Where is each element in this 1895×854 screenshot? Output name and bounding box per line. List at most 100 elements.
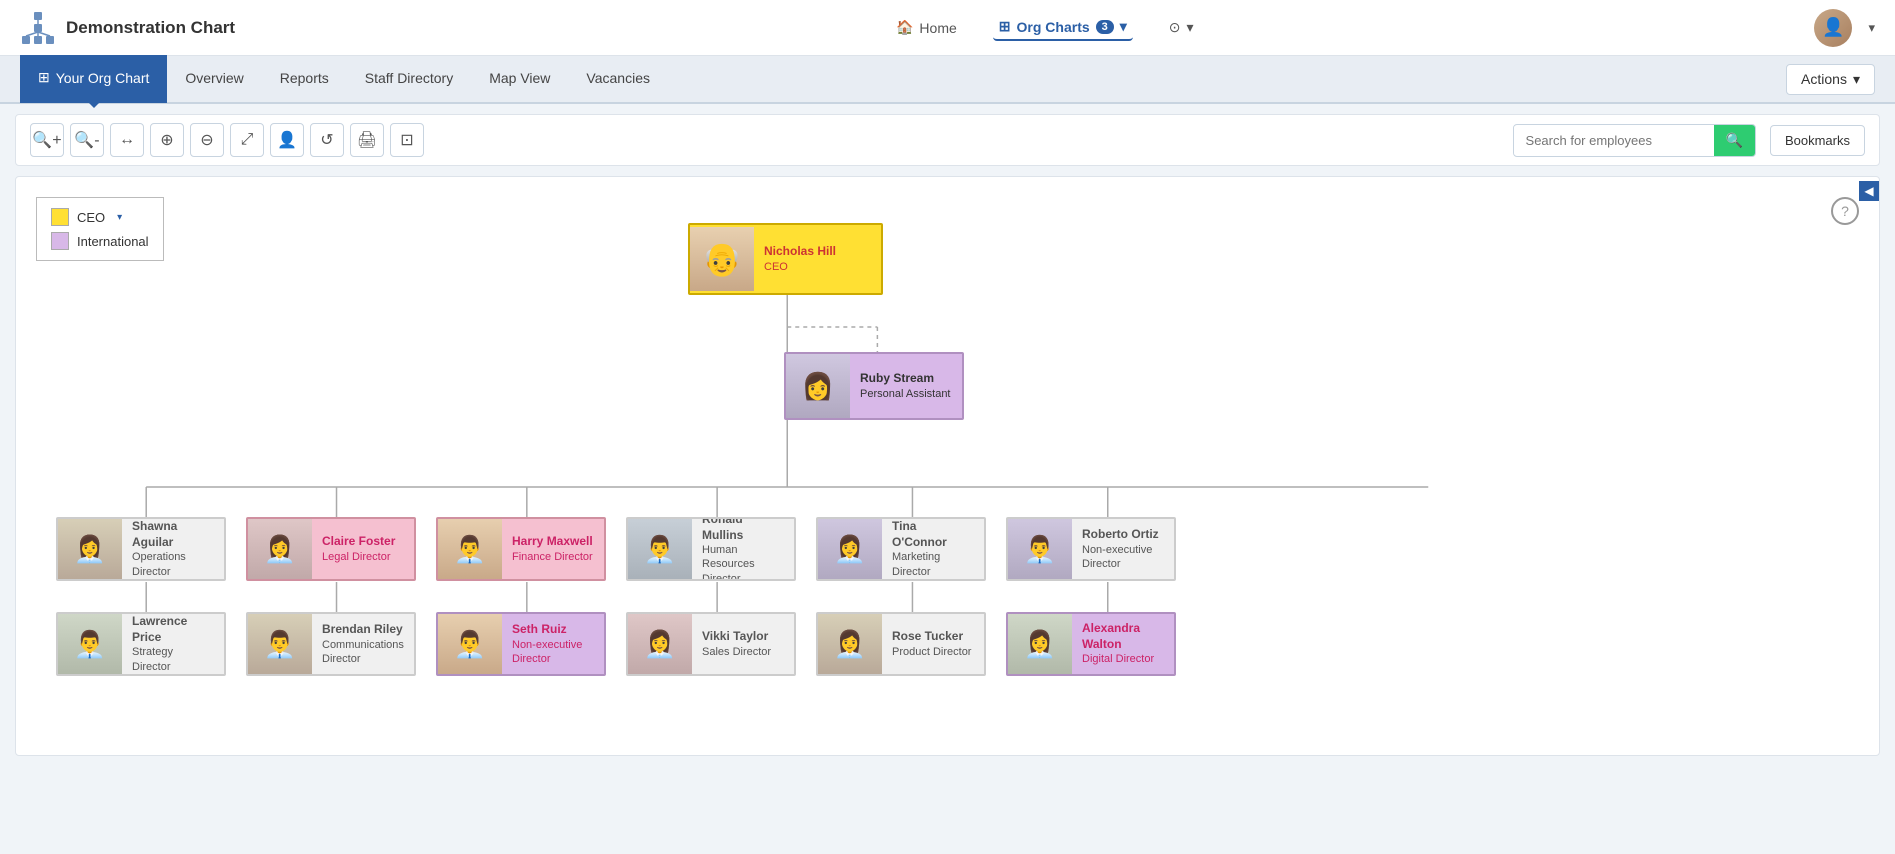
card-title-claire-foster: Legal Director xyxy=(322,550,404,564)
card-name-vikki-taylor: Vikki Taylor xyxy=(702,629,784,645)
card-name-alexandra-walton: Alexandra Walton xyxy=(1082,621,1164,652)
grid-icon: ⊞ xyxy=(999,18,1011,35)
card-seth-ruiz[interactable]: 👨‍💼 Seth Ruiz Non-executive Director xyxy=(436,612,606,676)
card-title-tina-oconnor: Marketing Director xyxy=(892,550,974,579)
user-avatar[interactable]: 👤 xyxy=(1814,9,1852,47)
org-chart-area: CEO ▾ International ? xyxy=(15,176,1880,756)
card-shawna-aguilar[interactable]: 👩‍💼 Shawna Aguilar Operations Director xyxy=(56,517,226,581)
card-title-alexandra-walton: Digital Director xyxy=(1082,652,1164,666)
card-rose-tucker[interactable]: 👩‍💼 Rose Tucker Product Director xyxy=(816,612,986,676)
legend-dropdown-ceo[interactable]: ▾ xyxy=(117,212,122,223)
card-photo-roberto-ortiz: 👨‍💼 xyxy=(1008,517,1072,581)
zoom-out-button[interactable]: 🔍- xyxy=(70,123,104,157)
card-harry-maxwell[interactable]: 👨‍💼 Harry Maxwell Finance Director xyxy=(436,517,606,581)
legend-item-ceo[interactable]: CEO ▾ xyxy=(51,208,149,226)
card-title-rose-tucker: Product Director xyxy=(892,645,974,659)
card-nicholas-hill[interactable]: 👴 Nicholas Hill CEO xyxy=(688,223,883,295)
diagonal-button[interactable]: ⤢ xyxy=(230,123,264,157)
card-photo-brendan-riley: 👨‍💼 xyxy=(248,612,312,676)
export-button[interactable]: ⊡ xyxy=(390,123,424,157)
nav-org-charts[interactable]: ⊞ Org Charts 3 ▾ xyxy=(993,14,1133,41)
card-photo-vikki-taylor: 👩‍💼 xyxy=(628,612,692,676)
card-title-vikki-taylor: Sales Director xyxy=(702,645,784,659)
person-button[interactable]: 👤 xyxy=(270,123,304,157)
zoom-in-button[interactable]: 🔍+ xyxy=(30,123,64,157)
sub-nav-tabs: ⊞ Your Org Chart Overview Reports Staff … xyxy=(20,55,1786,103)
card-ronald-mullins[interactable]: 👨‍💼 Ronald Mullins Human Resources Direc… xyxy=(626,517,796,581)
card-title-harry-maxwell: Finance Director xyxy=(512,550,594,564)
card-name-shawna-aguilar: Shawna Aguilar xyxy=(132,519,214,550)
card-brendan-riley[interactable]: 👨‍💼 Brendan Riley Communications Directo… xyxy=(246,612,416,676)
card-name-tina-oconnor: Tina O'Connor xyxy=(892,519,974,550)
help-circle-icon: ⊙ xyxy=(1169,19,1181,36)
tab-overview[interactable]: Overview xyxy=(167,55,261,103)
card-roberto-ortiz[interactable]: 👨‍💼 Roberto Ortiz Non-executive Director xyxy=(1006,517,1176,581)
nav-help[interactable]: ⊙ ▾ xyxy=(1163,15,1200,40)
actions-button[interactable]: Actions ▾ xyxy=(1786,64,1875,95)
card-tina-oconnor[interactable]: 👩‍💼 Tina O'Connor Marketing Director xyxy=(816,517,986,581)
tab-vacancies[interactable]: Vacancies xyxy=(568,55,668,103)
card-photo-rose-tucker: 👩‍💼 xyxy=(818,612,882,676)
search-button[interactable]: 🔍 xyxy=(1714,125,1755,156)
card-name-lawrence-price: Lawrence Price xyxy=(132,614,214,645)
legend-label-international: International xyxy=(77,234,149,249)
org-charts-dropdown-icon: ▾ xyxy=(1120,18,1127,35)
card-title-ronald-mullins: Human Resources Director xyxy=(702,543,784,581)
expand-button[interactable]: ⊕ xyxy=(150,123,184,157)
search-container: 🔍 xyxy=(1513,124,1756,157)
card-name-seth-ruiz: Seth Ruiz xyxy=(512,622,594,638)
card-name-nicholas-hill: Nicholas Hill xyxy=(764,244,871,260)
card-title-shawna-aguilar: Operations Director xyxy=(132,550,214,579)
help-dropdown-icon: ▾ xyxy=(1187,19,1194,36)
print-button[interactable]: 🖨 xyxy=(350,123,384,157)
tab-reports[interactable]: Reports xyxy=(262,55,347,103)
top-nav: Demonstration Chart 🏠 Home ⊞ Org Charts … xyxy=(0,0,1895,56)
user-dropdown-icon[interactable]: ▾ xyxy=(1868,20,1875,36)
bookmarks-button[interactable]: Bookmarks xyxy=(1770,125,1865,156)
card-name-roberto-ortiz: Roberto Ortiz xyxy=(1082,527,1164,543)
corner-collapse-button[interactable]: ◀ xyxy=(1859,181,1879,201)
toolbar: 🔍+ 🔍- ↔ ⊕ ⊖ ⤢ 👤 ↺ 🖨 ⊡ 🔍 Bookmarks xyxy=(15,114,1880,166)
card-ruby-stream[interactable]: 👩 Ruby Stream Personal Assistant xyxy=(784,352,964,420)
legend-item-international: International xyxy=(51,232,149,250)
card-photo-shawna-aguilar: 👩‍💼 xyxy=(58,517,122,581)
collapse-button[interactable]: ⊖ xyxy=(190,123,224,157)
tab-map-view[interactable]: Map View xyxy=(471,55,568,103)
actions-dropdown-icon: ▾ xyxy=(1853,71,1860,88)
card-title-nicholas-hill: CEO xyxy=(764,260,871,274)
card-name-harry-maxwell: Harry Maxwell xyxy=(512,534,594,550)
card-title-brendan-riley: Communications Director xyxy=(322,638,404,667)
search-input[interactable] xyxy=(1514,126,1714,155)
table-icon: ⊞ xyxy=(38,69,50,86)
nav-home[interactable]: 🏠 Home xyxy=(890,15,963,40)
card-photo-lawrence-price: 👨‍💼 xyxy=(58,612,122,676)
app-logo[interactable]: Demonstration Chart xyxy=(20,10,235,46)
card-claire-foster[interactable]: 👩‍💼 Claire Foster Legal Director xyxy=(246,517,416,581)
fit-button[interactable]: ↔ xyxy=(110,123,144,157)
card-title-roberto-ortiz: Non-executive Director xyxy=(1082,543,1164,572)
org-chart-icon xyxy=(20,10,56,46)
sub-nav: ⊞ Your Org Chart Overview Reports Staff … xyxy=(0,56,1895,104)
card-alexandra-walton[interactable]: 👩‍💼 Alexandra Walton Digital Director xyxy=(1006,612,1176,676)
top-nav-links: 🏠 Home ⊞ Org Charts 3 ▾ ⊙ ▾ xyxy=(275,14,1814,41)
card-lawrence-price[interactable]: 👨‍💼 Lawrence Price Strategy Director xyxy=(56,612,226,676)
card-name-ruby-stream: Ruby Stream xyxy=(860,371,952,387)
card-vikki-taylor[interactable]: 👩‍💼 Vikki Taylor Sales Director xyxy=(626,612,796,676)
card-title-ruby-stream: Personal Assistant xyxy=(860,387,952,401)
app-title: Demonstration Chart xyxy=(66,18,235,38)
top-nav-right: 👤 ▾ xyxy=(1814,9,1875,47)
tab-staff-directory[interactable]: Staff Directory xyxy=(347,55,471,103)
card-title-lawrence-price: Strategy Director xyxy=(132,645,214,674)
card-photo-ruby-stream: 👩 xyxy=(786,354,850,418)
card-photo-seth-ruiz: 👨‍💼 xyxy=(438,612,502,676)
org-charts-badge: 3 xyxy=(1096,20,1114,34)
card-name-ronald-mullins: Ronald Mullins xyxy=(702,517,784,543)
legend-color-ceo xyxy=(51,208,69,226)
refresh-button[interactable]: ↺ xyxy=(310,123,344,157)
card-photo-alexandra-walton: 👩‍💼 xyxy=(1008,612,1072,676)
legend: CEO ▾ International xyxy=(36,197,164,261)
card-name-brendan-riley: Brendan Riley xyxy=(322,622,404,638)
card-photo-ronald-mullins: 👨‍💼 xyxy=(628,517,692,581)
tab-your-org-chart[interactable]: ⊞ Your Org Chart xyxy=(20,55,167,103)
card-name-claire-foster: Claire Foster xyxy=(322,534,404,550)
